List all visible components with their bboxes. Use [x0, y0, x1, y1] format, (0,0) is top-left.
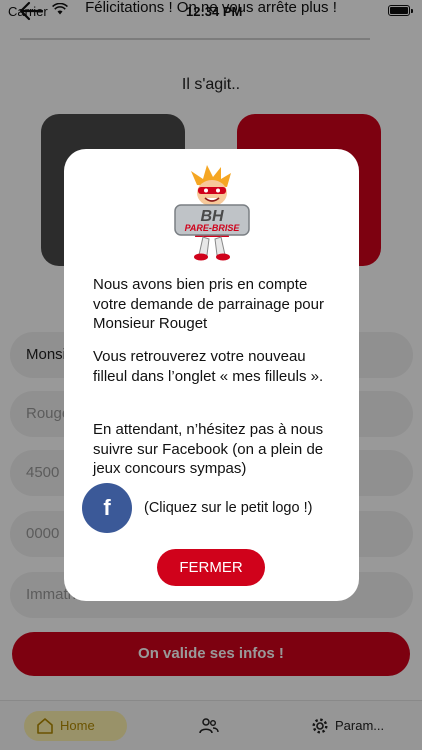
bh-pare-brise-logo: BH PARE-BRISE	[174, 165, 250, 261]
facebook-button[interactable]: f	[82, 483, 132, 533]
facebook-icon: f	[103, 495, 111, 520]
facebook-hint: (Cliquez sur le petit logo !)	[144, 500, 313, 516]
facebook-invite-message: En attendant, n’hésitez pas à nous suivr…	[93, 421, 324, 477]
filleuls-info-message: Vous retrouverez votre nouveau filleul d…	[93, 348, 324, 385]
confirmation-dialog: BH PARE-BRISE Nous avons bien pris en co…	[64, 149, 359, 601]
logo-text-bottom: PARE-BRISE	[185, 223, 241, 233]
confirmation-message: Nous avons bien pris en compte votre dem…	[93, 276, 324, 332]
close-button[interactable]: FERMER	[157, 549, 265, 586]
